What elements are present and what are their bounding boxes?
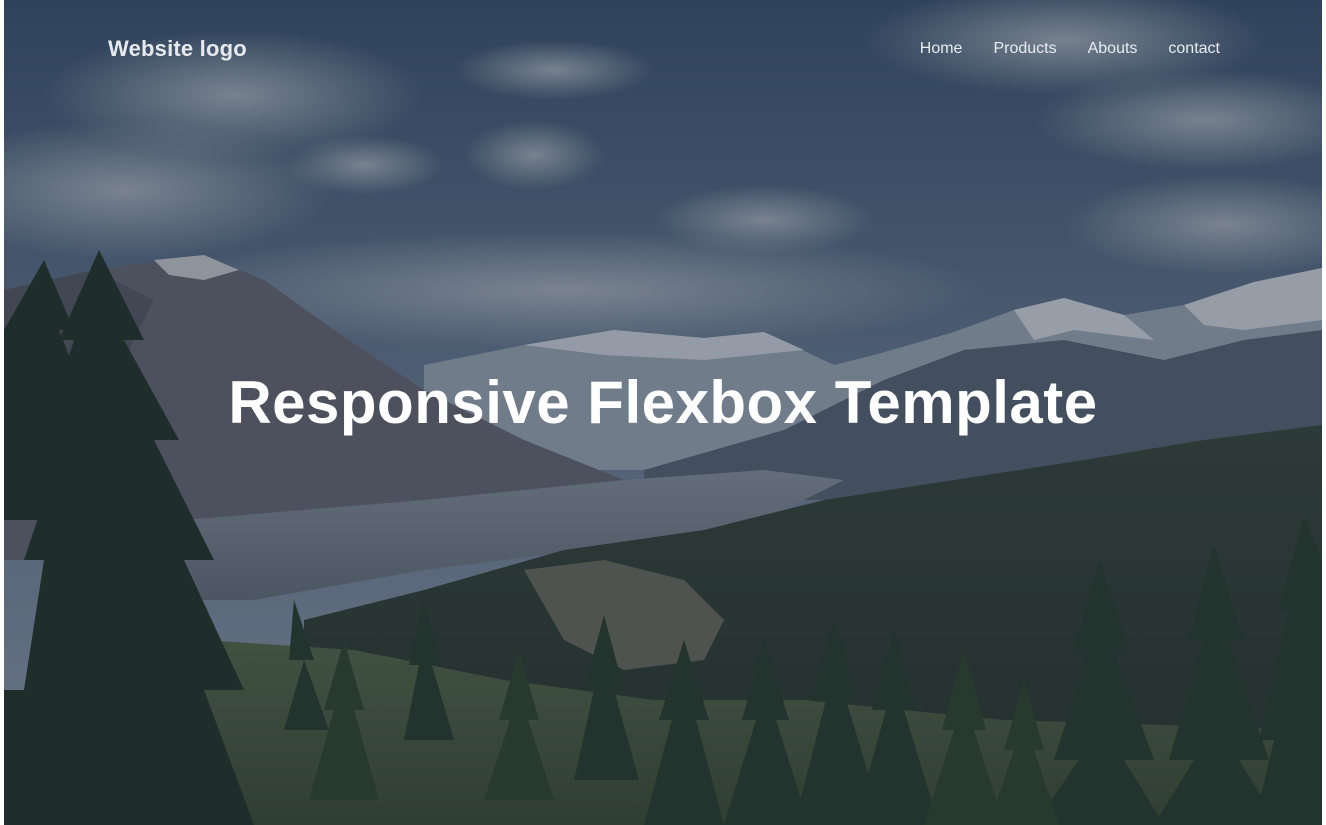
nav-links: Home Products Abouts contact — [920, 40, 1220, 58]
nav-link-products[interactable]: Products — [993, 40, 1056, 57]
nav-item-home: Home — [920, 40, 963, 58]
nav-link-home[interactable]: Home — [920, 40, 963, 57]
nav-item-contact: contact — [1168, 40, 1220, 58]
nav-link-contact[interactable]: contact — [1168, 40, 1220, 57]
hero-section: Website logo Home Products Abouts contac… — [4, 0, 1322, 825]
hero-title: Responsive Flexbox Template — [228, 369, 1098, 436]
nav-link-abouts[interactable]: Abouts — [1088, 40, 1138, 57]
nav-item-abouts: Abouts — [1088, 40, 1138, 58]
website-logo[interactable]: Website logo — [108, 36, 247, 62]
top-navigation: Website logo Home Products Abouts contac… — [4, 0, 1322, 100]
nav-item-products: Products — [993, 40, 1056, 58]
